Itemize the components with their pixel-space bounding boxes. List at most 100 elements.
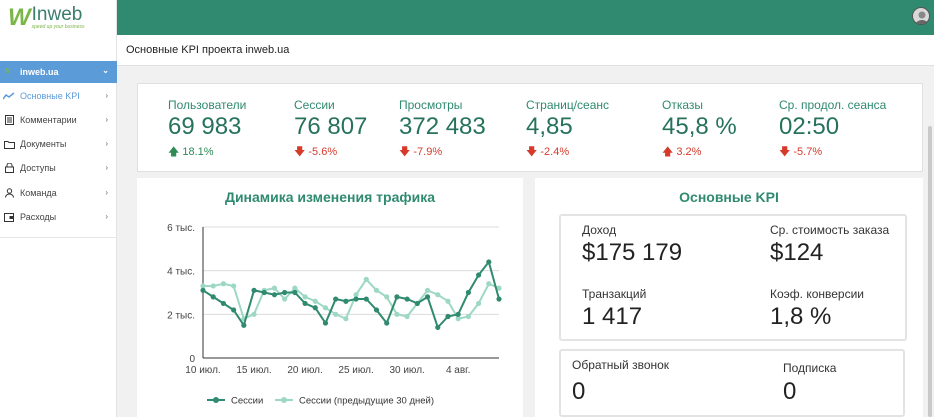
kpi-panel-title: Основные KPI [679, 189, 779, 205]
series-point-1 [251, 311, 257, 317]
series-point-1 [445, 298, 451, 304]
sidebar: W Inweb speed up your business N inweb.u… [0, 0, 117, 417]
trend-icon [3, 91, 15, 101]
sidebar-item-kpi[interactable]: Основные KPI › [0, 86, 117, 106]
project-logo-icon: N [5, 67, 11, 75]
series-point-0 [292, 289, 298, 296]
series-point-1 [363, 276, 369, 282]
series-point-0 [333, 296, 339, 302]
chevron-right-icon: › [105, 188, 108, 197]
page-title: Основные KPI проекта inweb.ua [126, 44, 290, 56]
series-point-0 [404, 296, 410, 302]
series-point-0 [373, 307, 380, 313]
callback-value: 0 [572, 378, 586, 405]
series-point-0 [465, 289, 471, 296]
page-header: Основные KPI проекта inweb.ua [117, 35, 934, 66]
arrow-down-icon: 🡇 [526, 146, 538, 158]
main-kpi-panel: Основные KPI Доход $175 179 Ср. стоимост… [535, 178, 923, 417]
kpi-label: Ср. продол. сеанса [779, 98, 887, 112]
traffic-chart-panel: Динамика изменения трафика 02 тыс. 4 тыс.… [137, 178, 523, 417]
sidebar-item-label: Доступы [20, 163, 56, 173]
series-point-1 [302, 294, 308, 300]
series-point-0 [353, 296, 359, 302]
series-point-0 [435, 324, 441, 331]
leads-kpi-box: Обратный звонок 0 Подписка 0 [559, 349, 905, 417]
legend-label: Сессии [231, 396, 263, 407]
series-point-1 [384, 294, 390, 300]
conversion-rate-value: 1,8 % [770, 303, 832, 330]
arrow-up-icon: 🡅 [662, 146, 674, 158]
kpi-label: Страниц/сеанс [526, 98, 610, 112]
series-point-0 [455, 311, 461, 317]
callback-label: Обратный звонок [572, 358, 670, 372]
kpi-avg-session-duration: Ср. продол. сеанса 02:50 🡇 -5.7% [779, 98, 886, 162]
page-scrollbar[interactable] [928, 126, 932, 417]
series-point-0 [445, 313, 451, 320]
arrow-down-icon: 🡇 [294, 146, 306, 158]
project-name: inweb.ua [20, 67, 59, 77]
kpi-users: Пользователи 69 983 🡅 18.1% [168, 98, 246, 162]
sidebar-item-documents[interactable]: Документы › [0, 134, 117, 154]
kpi-bounce-rate: Отказы 45,8 % 🡅 3.2% [662, 98, 737, 162]
x-tick-label: 30 июл. [389, 365, 424, 376]
series-point-1 [435, 292, 441, 298]
series-point-0 [496, 296, 502, 302]
x-tick-label: 4 авг. [446, 365, 470, 376]
x-tick-label: 25 июл. [338, 365, 373, 376]
series-point-0 [384, 320, 390, 326]
series-point-0 [302, 300, 308, 307]
avg-order-value-label: Ср. стоимость заказа [770, 223, 890, 237]
series-point-1 [271, 285, 278, 291]
sidebar-item-expenses[interactable]: Расходы › [0, 207, 117, 227]
series-point-0 [424, 294, 431, 300]
lock-icon [3, 163, 15, 173]
sidebar-item-label: Команда [20, 188, 57, 198]
traffic-line-chart[interactable]: 0 2 тыс. 4 тыс. 6 тыс. 10 июл. 15 июл. 20 июл.… [137, 178, 523, 417]
kpi-label: Сессии [294, 98, 335, 112]
series-point-1 [220, 281, 227, 287]
series-point-1 [373, 287, 380, 293]
chevron-down-icon: ⌄ [102, 66, 109, 75]
series-point-1 [486, 281, 492, 287]
logo-tagline: speed up your business [31, 23, 85, 30]
series-point-0 [394, 294, 400, 300]
sidebar-item-comments[interactable]: Комментарии › [0, 110, 117, 130]
sidebar-item-label: Документы [20, 139, 67, 149]
subscription-label: Подписка [783, 361, 837, 375]
avatar[interactable] [912, 7, 930, 25]
sidebar-item-access[interactable]: Доступы › [0, 158, 117, 178]
series-point-1 [343, 316, 349, 322]
x-tick-label: 15 июл. [236, 365, 271, 376]
brand-logo[interactable]: W Inweb speed up your business [0, 0, 116, 35]
sidebar-item-label: Комментарии [20, 115, 77, 125]
project-selector[interactable]: N inweb.ua ⌄ [0, 61, 117, 83]
series-point-0 [312, 305, 318, 311]
transactions-value: 1 417 [582, 303, 643, 330]
chevron-right-icon: › [105, 91, 108, 100]
kpi-sessions: Сессии 76 807 🡇 -5.6% [294, 98, 367, 162]
series-point-1 [210, 283, 216, 289]
x-tick-label: 20 июл. [287, 365, 322, 376]
y-tick-label: 2 тыс. [167, 310, 195, 321]
series-point-0 [261, 289, 267, 296]
series-point-0 [486, 259, 492, 265]
series-point-0 [231, 307, 237, 313]
chevron-right-icon: › [105, 139, 108, 148]
revenue-value: $175 179 [582, 239, 683, 266]
arrow-down-icon: 🡇 [779, 146, 791, 158]
kpi-pageviews: Просмотры 372 483 🡇 -7.9% [399, 98, 486, 162]
sidebar-divider [0, 237, 117, 238]
top-bar [117, 0, 934, 35]
series-point-0 [282, 289, 288, 296]
series-point-0 [343, 298, 349, 304]
y-tick-label: 4 тыс. [167, 267, 195, 278]
kpi-delta: 🡇 -5.6% [294, 146, 338, 158]
series-point-1 [322, 305, 329, 311]
kpi-delta: 🡅 3.2% [662, 146, 702, 158]
revenue-label: Доход [582, 223, 617, 237]
kpi-label: Пользователи [168, 98, 247, 112]
legend-marker [213, 397, 219, 403]
legend-label: Сессии (предыдущие 30 дней) [299, 396, 434, 407]
sidebar-item-team[interactable]: Команда › [0, 183, 117, 203]
series-point-1 [475, 300, 482, 307]
